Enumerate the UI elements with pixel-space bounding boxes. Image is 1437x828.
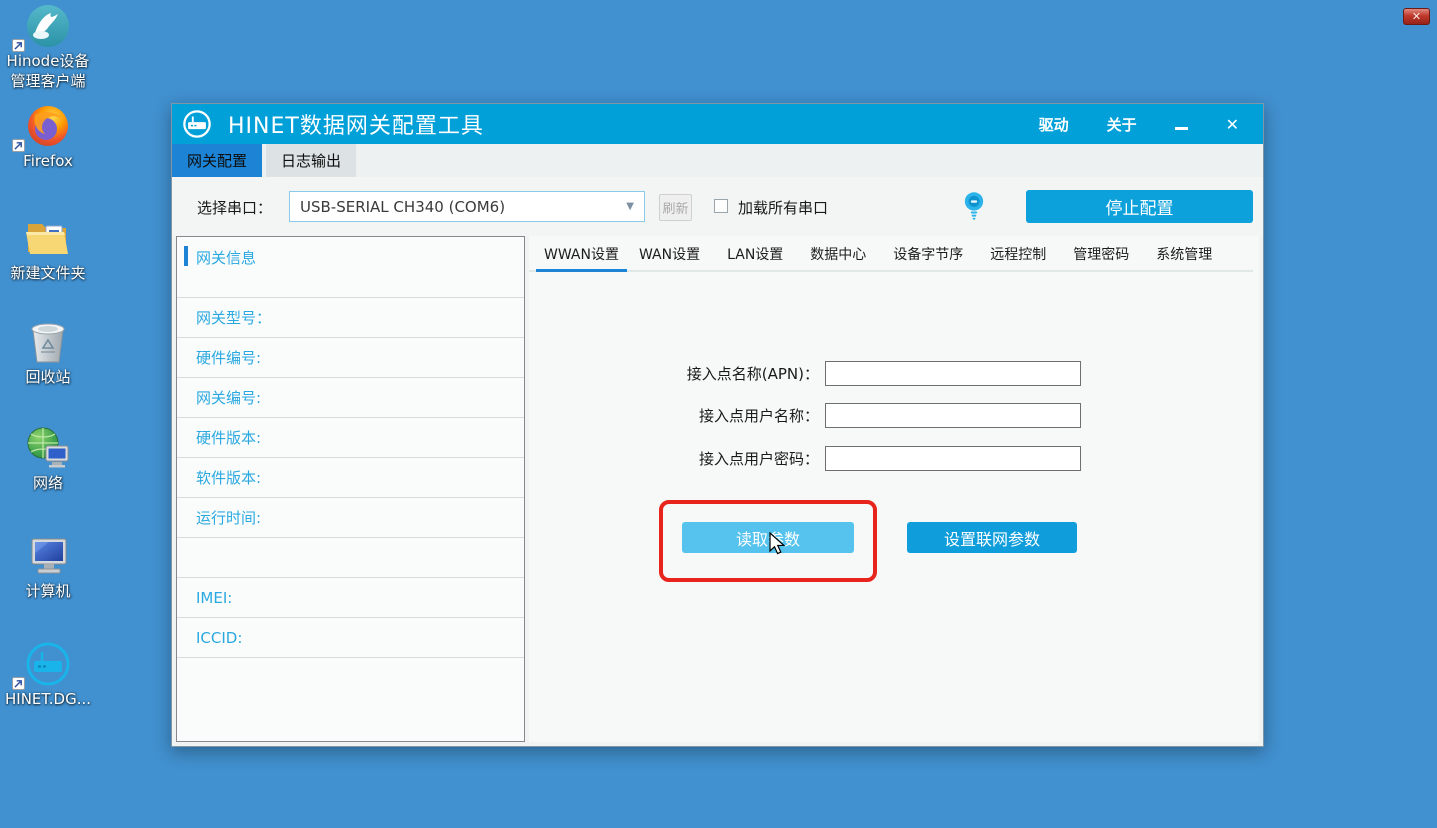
tab-system-management[interactable]: 系统管理 [1146, 236, 1222, 272]
apn-password-label: 接入点用户密码： [529, 448, 819, 469]
desktop-icon-label: HINET.DG... [0, 691, 96, 708]
tab-log-output[interactable]: 日志输出 [266, 144, 356, 177]
set-network-params-button[interactable]: 设置联网参数 [907, 522, 1077, 553]
shortcut-arrow-icon [12, 39, 25, 52]
apn-password-row: 接入点用户密码： [529, 446, 1081, 471]
field-gateway-model: 网关型号： [177, 297, 524, 337]
screen-close-button[interactable]: ✕ [1403, 8, 1430, 25]
gateway-info-header: 网关信息 [196, 247, 256, 268]
stop-config-button[interactable]: 停止配置 [1026, 190, 1253, 223]
desktop-icon-label: 新建文件夹 [0, 265, 96, 282]
settings-panel: WWAN设置 WAN设置 LAN设置 数据中心 设备字节序 远程控制 管理密码 … [529, 236, 1259, 742]
tab-wwan-settings[interactable]: WWAN设置 [534, 236, 629, 272]
tab-gateway-config[interactable]: 网关配置 [172, 144, 262, 177]
folder-icon [0, 214, 96, 262]
serial-port-select[interactable]: USB-SERIAL CH340 (COM6) ▼ [289, 191, 645, 222]
serial-toolbar: 选择串口： USB-SERIAL CH340 (COM6) ▼ 刷新 加载所有串… [172, 177, 1263, 236]
gateway-info-panel: 网关信息 网关型号： 硬件编号: 网关编号: 硬件版本: 软件版本: 运行时间:… [176, 236, 525, 742]
mouse-cursor [768, 532, 788, 562]
hinode-app-icon [0, 2, 96, 50]
desktop-icon-computer[interactable]: 计算机 [0, 532, 96, 600]
recycle-bin-icon [0, 318, 96, 366]
desktop-icon-label-line2: 管理客户端 [0, 73, 96, 90]
desktop-icon-new-folder[interactable]: 新建文件夹 [0, 214, 96, 282]
shortcut-arrow-icon [12, 139, 25, 152]
tab-remote-control[interactable]: 远程控制 [980, 236, 1056, 272]
minimize-button[interactable] [1175, 127, 1188, 130]
close-button[interactable]: ✕ [1226, 115, 1239, 134]
desktop-icon-hinode-client[interactable]: Hinode设备 管理客户端 [0, 2, 96, 90]
computer-icon [0, 532, 96, 580]
about-menu[interactable]: 关于 [1107, 114, 1137, 135]
field-imei: IMEI: [177, 577, 524, 617]
hinet-router-icon [0, 640, 96, 688]
load-all-ports-label: 加载所有串口 [738, 197, 828, 218]
main-tab-bar: 网关配置 日志输出 [172, 144, 1263, 177]
tab-admin-password[interactable]: 管理密码 [1063, 236, 1139, 272]
desktop-icon-label: 网络 [0, 475, 96, 492]
chevron-down-icon: ▼ [626, 201, 634, 212]
serial-port-value: USB-SERIAL CH340 (COM6) [300, 198, 505, 216]
panel-filler [177, 657, 524, 742]
shortcut-arrow-icon [12, 677, 25, 690]
titlebar[interactable]: HINET数据网关配置工具 驱动 关于 ✕ [172, 104, 1263, 144]
apn-row: 接入点名称(APN)： [529, 361, 1081, 386]
apn-user-input[interactable] [825, 403, 1081, 428]
refresh-button[interactable]: 刷新 [659, 194, 692, 221]
driver-menu[interactable]: 驱动 [1039, 114, 1069, 135]
field-software-version: 软件版本: [177, 457, 524, 497]
apn-input[interactable] [825, 361, 1081, 386]
desktop-icon-network[interactable]: 网络 [0, 424, 96, 492]
apn-user-row: 接入点用户名称： [529, 403, 1081, 428]
field-gateway-number: 网关编号: [177, 377, 524, 417]
network-icon [0, 424, 96, 472]
desktop-icon-recycle-bin[interactable]: 回收站 [0, 318, 96, 386]
desktop-icon-label: Hinode设备 [0, 53, 96, 70]
firefox-icon [0, 102, 96, 150]
load-all-ports-checkbox[interactable] [714, 199, 728, 213]
field-hardware-number: 硬件编号: [177, 337, 524, 377]
tab-wan-settings[interactable]: WAN设置 [629, 236, 710, 272]
desktop-icon-label: Firefox [0, 153, 96, 170]
field-hardware-version: 硬件版本: [177, 417, 524, 457]
window-title: HINET数据网关配置工具 [228, 108, 484, 140]
tab-lan-settings[interactable]: LAN设置 [717, 236, 793, 272]
app-window: HINET数据网关配置工具 驱动 关于 ✕ 网关配置 日志输出 选择串口： US… [171, 103, 1264, 747]
desktop-icon-firefox[interactable]: Firefox [0, 102, 96, 170]
settings-tab-bar: WWAN设置 WAN设置 LAN设置 数据中心 设备字节序 远程控制 管理密码 … [529, 236, 1259, 272]
section-accent-bar [184, 246, 188, 266]
field-iccid: ICCID: [177, 617, 524, 657]
field-uptime: 运行时间: [177, 497, 524, 537]
serial-port-label: 选择串口： [197, 197, 272, 218]
apn-password-input[interactable] [825, 446, 1081, 471]
apn-user-label: 接入点用户名称： [529, 405, 819, 426]
tab-data-center[interactable]: 数据中心 [800, 236, 876, 272]
tab-byte-order[interactable]: 设备字节序 [883, 236, 973, 272]
bulb-status-icon [963, 190, 985, 226]
app-router-icon [182, 109, 212, 139]
desktop-icon-label: 回收站 [0, 369, 96, 386]
field-empty [177, 537, 524, 577]
desktop-icon-label: 计算机 [0, 583, 96, 600]
apn-label: 接入点名称(APN)： [529, 363, 819, 384]
desktop-icon-hinet-dg[interactable]: HINET.DG... [0, 640, 96, 708]
